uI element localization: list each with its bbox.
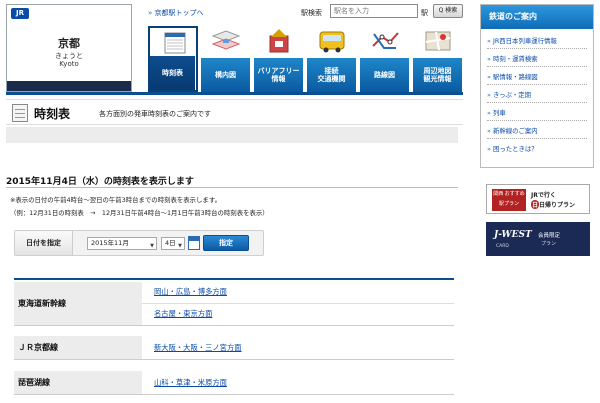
table-top-rule [14, 278, 454, 280]
line-name: 琵琶湖線 [14, 371, 142, 394]
specify-date-button[interactable]: 指定 [203, 235, 249, 251]
sidebar-title: 鉄道のご案内 [481, 5, 593, 29]
page-title: 時刻表 [34, 107, 71, 121]
jwest-card-label: CARD [496, 244, 509, 249]
note-line-1: ※表示の日付の午前4時台～翌日の午前3時台までの時刻表を表示します。 [10, 196, 221, 204]
jwest-line2: プラン [541, 241, 557, 247]
direction-link[interactable]: 名古屋・東京方面 [154, 309, 212, 319]
table-row: 東海道新幹線 岡山・広島・博多方面 名古屋・東京方面 [14, 282, 454, 326]
page-heading: 時刻表 各方面別の発車時刻表のご案内です [6, 99, 463, 125]
tab-label: 路線図 [360, 58, 410, 92]
sidebar-item-label: 困ったときは？ [492, 145, 538, 153]
railway-guide-sidebar: 鉄道のご案内 » JR西日本列車運行情報 » 時刻・運賃検索 » 駅情報・路線図… [480, 4, 594, 168]
sidebar-item-operation-info[interactable]: » JR西日本列車運行情報 [487, 33, 587, 49]
sidebar-item-label: 時刻・運賃検索 [492, 55, 538, 63]
jwest-card-banner[interactable]: J-WEST 会員限定 プラン CARD [486, 222, 590, 256]
main-tabs: 時刻表 構内図 バリアフリー 情報 接続 交通機関 路線図 周辺地図 観光情報 [148, 26, 465, 92]
sidebar-item-tickets[interactable]: » きっぷ・定期 [487, 87, 587, 103]
tab-floor-map[interactable]: 構内図 [201, 26, 251, 92]
chevron-down-icon: ▼ [150, 243, 154, 249]
sidebar-item-label: 駅情報・路線図 [492, 73, 538, 81]
arrow-icon: » [148, 9, 153, 17]
tab-timetable[interactable]: 時刻表 [148, 26, 198, 92]
station-search-input[interactable] [330, 4, 418, 18]
note-line-2: （例：12月31日の時刻表 → 12月31日午前4時台～1月1日午前3時台の時刻… [10, 209, 269, 217]
sidebar-item-trains[interactable]: » 列車 [487, 105, 587, 121]
calendar-icon[interactable] [188, 236, 200, 250]
eki-plan-line1: JRで行く [531, 192, 556, 199]
date-selector-label: 日付を指定 [15, 231, 73, 255]
eki-plan-tag: 関西 おすすめ 駅プラン [492, 189, 526, 211]
tab-label: 時刻表 [150, 56, 196, 90]
day-value: 4日 [165, 239, 176, 247]
barrier-free-icon [262, 28, 296, 54]
divider [6, 187, 458, 188]
jwest-line1: 会員限定 [538, 233, 561, 239]
route-map-icon [368, 28, 402, 54]
day-select[interactable]: 4日 ▼ [161, 237, 185, 250]
timetable-icon [158, 30, 192, 56]
station-search-label: 駅検索 [301, 9, 322, 17]
sidebar-item-label: JR西日本列車運行情報 [492, 37, 557, 45]
sidebar-item-shinkansen[interactable]: » 新幹線のご案内 [487, 123, 587, 139]
table-row: 琵琶湖線 山科・草津・米原方面 [14, 371, 454, 395]
tab-barrier-free[interactable]: バリアフリー 情報 [254, 26, 304, 92]
tab-connecting-transport[interactable]: 接続 交通機関 [307, 26, 357, 92]
sidebar-item-station-info[interactable]: » 駅情報・路線図 [487, 69, 587, 85]
tab-label: 接続 交通機関 [307, 58, 357, 92]
direction-link[interactable]: 岡山・広島・博多方面 [154, 287, 227, 297]
sidebar-item-fare-search[interactable]: » 時刻・運賃検索 [487, 51, 587, 67]
direction-link[interactable]: 新大阪・大阪・三ノ宮方面 [154, 343, 242, 353]
tab-label: バリアフリー 情報 [254, 58, 304, 92]
sidebar-item-help[interactable]: » 困ったときは？ [487, 141, 587, 157]
direction-link[interactable]: 山科・草津・米原方面 [154, 378, 227, 388]
gray-bar [6, 127, 458, 143]
station-search-suffix: 駅 [421, 9, 428, 17]
date-selector: 日付を指定 2015年11月 ▼ 4日 ▼ 指定 [14, 230, 264, 256]
line-name: ＪＲ京都線 [14, 336, 142, 359]
eki-plan-line2-text: 日帰りプラン [539, 202, 576, 209]
tabs-underline [6, 92, 463, 95]
chevron-down-icon: ▼ [178, 243, 182, 249]
station-name-kanji: 京都 [58, 37, 80, 50]
table-row: ＪＲ京都線 新大阪・大阪・三ノ宮方面 [14, 336, 454, 360]
sign-bar [7, 81, 131, 91]
sidebar-item-label: 列車 [492, 109, 506, 117]
station-top-link[interactable]: » 京都駅トップへ [148, 8, 204, 18]
tab-label: 構内図 [201, 58, 251, 92]
search-button[interactable]: Q 検索 [433, 4, 463, 18]
date-heading: 2015年11月4日（水）の時刻表を表示します [6, 177, 194, 187]
year-month-select[interactable]: 2015年11月 ▼ [87, 237, 157, 250]
station-sign: JR 京都 きょうと Kyoto [6, 4, 132, 92]
bus-icon [315, 28, 349, 54]
tab-label: 周辺地図 観光情報 [413, 58, 463, 92]
tab-route-map[interactable]: 路線図 [360, 26, 410, 92]
jwest-logo: J-WEST [494, 230, 532, 240]
year-month-value: 2015年11月 [91, 239, 129, 247]
eki-plan-badge: 日 [531, 200, 539, 209]
area-map-icon [421, 28, 455, 54]
eki-plan-line2: 日日帰りプラン [531, 200, 575, 209]
tab-area-map[interactable]: 周辺地図 観光情報 [413, 26, 463, 92]
jr-logo: JR [11, 8, 29, 19]
sidebar-item-label: 新幹線のご案内 [492, 127, 538, 135]
station-top-link-label: 京都駅トップへ [154, 9, 204, 17]
document-icon [12, 104, 28, 122]
floor-map-icon [209, 28, 243, 54]
sidebar-item-label: きっぷ・定期 [492, 91, 532, 99]
divider [142, 303, 454, 304]
station-name-roman: Kyoto [59, 60, 79, 68]
eki-plan-banner[interactable]: 関西 おすすめ 駅プラン JRで行く 日日帰りプラン [486, 184, 590, 214]
page-description: 各方面別の発車時刻表のご案内です [99, 110, 211, 118]
line-name: 東海道新幹線 [14, 282, 142, 325]
